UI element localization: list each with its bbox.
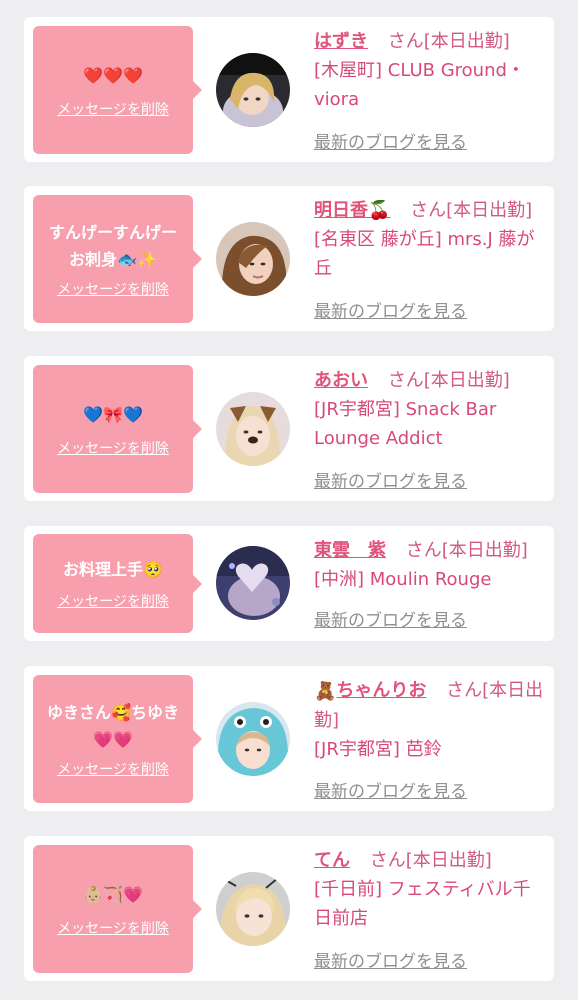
message-bubble: ❤️❤️❤️ メッセージを削除 (33, 26, 202, 154)
avatar-photo-blonde-icon (216, 53, 290, 127)
cast-name-link[interactable]: 明日香🍒 (314, 200, 390, 221)
cast-info: はずき さん[本日出勤] [木屋町] CLUB Ground・viora (314, 27, 546, 114)
teddy-bear-icon: 🧸 (314, 680, 337, 702)
delete-message-link[interactable]: メッセージを削除 (57, 279, 169, 299)
message-card: すんげーすんげー お刺身🐟✨ メッセージを削除 明日香🍒 さん[本日出勤] [名… (24, 186, 554, 331)
cast-name-link[interactable]: ちゃんりお (336, 680, 426, 701)
latest-blog-link[interactable]: 最新のブログを見る (314, 297, 467, 322)
avatar-photo-dog-filter-icon (216, 392, 290, 466)
cast-name-link[interactable]: 東雲 紫 (314, 540, 386, 561)
message-text: ❤️❤️❤️ (83, 65, 143, 85)
message-bubble: お料理上手🥺 メッセージを削除 (33, 534, 202, 633)
cast-info: あおい さん[本日出勤] [JR宇都宮] Snack Bar Lounge Ad… (314, 366, 546, 453)
cast-name-link[interactable]: てん (314, 850, 350, 871)
cast-info: てん さん[本日出勤] [千日前] フェスティバル千日前店 (314, 846, 546, 933)
delete-message-link[interactable]: メッセージを削除 (57, 99, 169, 119)
cast-status: さん[本日出勤] (405, 540, 528, 561)
delete-message-link[interactable]: メッセージを削除 (57, 591, 169, 611)
message-text: 👶🏼🏹💗 (83, 884, 143, 904)
message-bubble: ゆきさん🥰ちゆき 💗💗 メッセージを削除 (33, 675, 202, 803)
message-card: ❤️❤️❤️ メッセージを削除 はずき さん[本日出勤] [木屋町] CLUB … (24, 17, 554, 162)
avatar-photo-brown-hair-icon (216, 222, 290, 296)
cast-status: さん[本日出勤] (410, 200, 533, 221)
cast-name-link[interactable]: はずき (314, 31, 368, 52)
cast-info: 🧸ちゃんりお さん[本日出勤] [JR宇都宮] 芭鈴 (314, 676, 546, 764)
cast-shop: [JR宇都宮] 芭鈴 (314, 738, 442, 760)
latest-blog-link[interactable]: 最新のブログを見る (314, 128, 467, 153)
avatar-photo-heart-sticker-icon (216, 546, 290, 620)
message-card: 💙🎀💙 メッセージを削除 あおい さん[本日出勤] [JR宇都宮] Snack … (24, 356, 554, 501)
avatar[interactable] (216, 392, 290, 466)
cast-shop: [名東区 藤が丘] mrs.J 藤が丘 (314, 229, 535, 279)
avatar-photo-blue-hood-icon (216, 702, 290, 776)
message-card: ゆきさん🥰ちゆき 💗💗 メッセージを削除 🧸ちゃんりお さん[本日出勤] [JR… (24, 666, 554, 811)
avatar[interactable] (216, 702, 290, 776)
latest-blog-link[interactable]: 最新のブログを見る (314, 947, 467, 972)
cast-shop: [木屋町] CLUB Ground・viora (314, 60, 525, 110)
latest-blog-link[interactable]: 最新のブログを見る (314, 777, 467, 802)
avatar[interactable] (216, 872, 290, 946)
delete-message-link[interactable]: メッセージを削除 (57, 759, 169, 779)
message-bubble: すんげーすんげー お刺身🐟✨ メッセージを削除 (33, 195, 202, 323)
avatar[interactable] (216, 53, 290, 127)
message-card: 👶🏼🏹💗 メッセージを削除 てん さん[本日出勤] [千日前] フェスティバル千… (24, 836, 554, 981)
avatar[interactable] (216, 222, 290, 296)
avatar-photo-blonde-girl-icon (216, 872, 290, 946)
message-text: ゆきさん🥰ちゆき 💗💗 (47, 703, 179, 749)
message-list: ❤️❤️❤️ メッセージを削除 はずき さん[本日出勤] [木屋町] CLUB … (0, 0, 578, 1000)
message-text: お料理上手🥺 (63, 560, 163, 579)
cast-shop: [JR宇都宮] Snack Bar Lounge Addict (314, 399, 497, 449)
message-bubble: 👶🏼🏹💗 メッセージを削除 (33, 845, 202, 973)
message-bubble: 💙🎀💙 メッセージを削除 (33, 365, 202, 493)
cast-status: さん[本日出勤] (387, 370, 510, 391)
latest-blog-link[interactable]: 最新のブログを見る (314, 467, 467, 492)
message-card: お料理上手🥺 メッセージを削除 東雲 紫 さん[本日出勤] [中洲] Mouli… (24, 526, 554, 641)
cast-shop: [千日前] フェスティバル千日前店 (314, 879, 531, 929)
avatar[interactable] (216, 546, 290, 620)
cast-name-link[interactable]: あおい (314, 370, 368, 391)
cast-info: 明日香🍒 さん[本日出勤] [名東区 藤が丘] mrs.J 藤が丘 (314, 196, 546, 283)
cast-shop: [中洲] Moulin Rouge (314, 569, 492, 590)
cast-status: さん[本日出勤] (369, 850, 492, 871)
cast-info: 東雲 紫 さん[本日出勤] [中洲] Moulin Rouge (314, 536, 546, 594)
message-text: 💙🎀💙 (83, 404, 143, 424)
delete-message-link[interactable]: メッセージを削除 (57, 438, 169, 458)
delete-message-link[interactable]: メッセージを削除 (57, 918, 169, 938)
message-text: すんげーすんげー お刺身🐟✨ (48, 223, 177, 269)
cast-status: さん[本日出勤] (387, 31, 510, 52)
latest-blog-link[interactable]: 最新のブログを見る (314, 606, 467, 631)
